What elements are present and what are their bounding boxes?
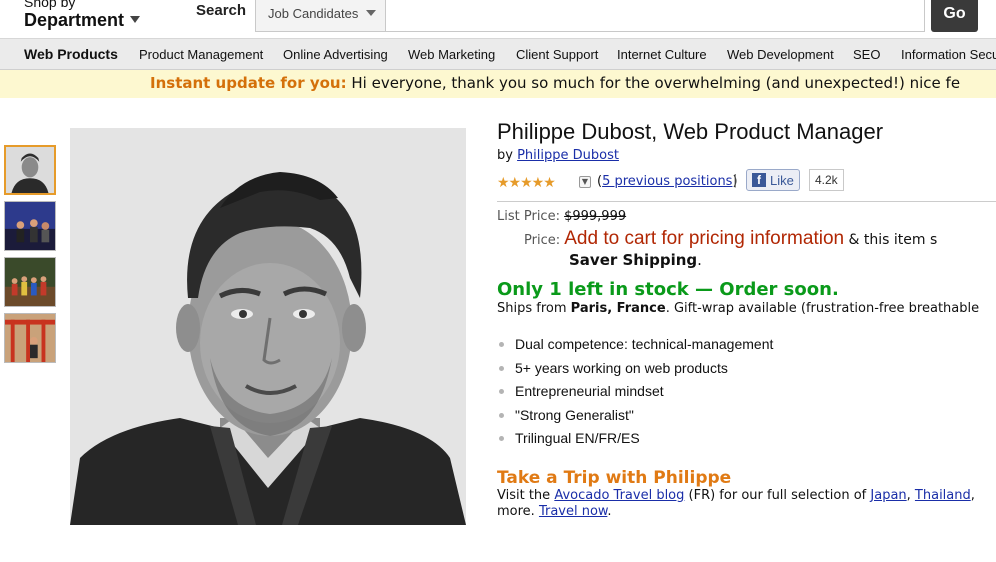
- nav-item-web-products[interactable]: Web Products: [24, 46, 118, 62]
- update-text: Hi everyone, thank you so much for the o…: [346, 74, 961, 92]
- saver-shipping-label: Saver Shipping: [569, 251, 698, 269]
- product-details: Philippe Dubost, Web Product Manager by …: [497, 118, 996, 538]
- thumbnail-temple-photo[interactable]: [4, 313, 56, 363]
- product-photo: [70, 128, 466, 525]
- feature-list: Dual competence: technical-management 5+…: [497, 336, 996, 454]
- list-price-value: $999,999: [564, 209, 627, 224]
- like-label: Like: [770, 173, 794, 188]
- caret-down-icon: [130, 16, 141, 23]
- nav-item-web-development[interactable]: Web Development: [727, 47, 834, 62]
- by-prefix: by: [497, 148, 518, 163]
- instant-update-banner: Instant update for you: Hi everyone, tha…: [0, 70, 996, 98]
- list-item: Trilingual EN/FR/ES: [497, 430, 996, 454]
- saver-shipping-period: .: [697, 251, 702, 269]
- trip-text-1: Visit the: [497, 487, 555, 503]
- star-rating-icon[interactable]: ★★★★★: [497, 175, 556, 191]
- saver-shipping: Saver Shipping.: [497, 251, 996, 269]
- search-box: Job Candidates: [255, 0, 925, 32]
- price-cta: Add to cart for pricing information: [564, 228, 845, 249]
- thumbnail-stage-photo[interactable]: [4, 201, 56, 251]
- nav-item-information-security[interactable]: Information Secu: [901, 47, 996, 62]
- trip-text-6: .: [607, 503, 612, 519]
- trip-text-5: more.: [497, 503, 539, 519]
- travel-now-link[interactable]: Travel now: [539, 504, 607, 519]
- nav-item-web-marketing[interactable]: Web Marketing: [408, 47, 495, 62]
- update-label: Instant update for you:: [150, 74, 347, 92]
- ships-prefix: Ships from: [497, 301, 571, 316]
- price-label: Price:: [524, 233, 565, 248]
- chevron-down-icon[interactable]: ▼: [579, 176, 591, 188]
- travel-blog-link[interactable]: Avocado Travel blog: [554, 488, 684, 503]
- previous-positions-link[interactable]: 5 previous positions: [602, 174, 732, 189]
- list-item: Dual competence: technical-management: [497, 336, 996, 360]
- price-row: Price: Add to cart for pricing informati…: [497, 228, 996, 250]
- department-label: Department: [24, 10, 125, 30]
- divider: [497, 201, 996, 202]
- price-rest: & this item s: [844, 232, 938, 248]
- go-button[interactable]: Go: [931, 0, 978, 32]
- list-item: 5+ years working on web products: [497, 360, 996, 384]
- nav-item-online-advertising[interactable]: Online Advertising: [283, 47, 388, 62]
- previous-positions: (5 previous positions): [597, 174, 738, 189]
- thumbnail-strip: [4, 145, 56, 369]
- trip-text: Visit the Avocado Travel blog (FR) for o…: [497, 488, 996, 520]
- nav-item-product-management[interactable]: Product Management: [139, 47, 263, 62]
- search-input[interactable]: [387, 0, 923, 31]
- thumbnail-group-photo[interactable]: [4, 257, 56, 307]
- top-bar: Shop by Department Search Job Candidates…: [0, 0, 996, 38]
- stock-status: Only 1 left in stock — Order soon.: [497, 279, 839, 300]
- search-label: Search: [196, 2, 247, 19]
- facebook-icon: f: [752, 173, 766, 187]
- author-line: by Philippe Dubost: [497, 148, 996, 163]
- ships-location: Paris, France: [570, 301, 666, 316]
- nav-item-internet-culture[interactable]: Internet Culture: [617, 47, 707, 62]
- author-link[interactable]: Philippe Dubost: [517, 148, 619, 163]
- ships-suffix: . Gift-wrap available (frustration-free …: [665, 301, 980, 316]
- facebook-like-button[interactable]: f Like: [746, 169, 800, 191]
- trip-text-4: ,: [970, 487, 975, 503]
- search-scope-dropdown[interactable]: Job Candidates: [256, 0, 386, 31]
- japan-link[interactable]: Japan: [870, 488, 906, 503]
- trip-heading: Take a Trip with Philippe: [497, 467, 732, 488]
- trip-text-3: ,: [906, 487, 915, 503]
- list-price-label: List Price:: [497, 209, 565, 224]
- list-item: Entrepreneurial mindset: [497, 383, 996, 407]
- nav-item-seo[interactable]: SEO: [853, 47, 880, 62]
- trip-text-2: (FR) for our full selection of: [684, 487, 871, 503]
- thailand-link[interactable]: Thailand: [915, 488, 971, 503]
- list-item: "Strong Generalist": [497, 407, 996, 431]
- separator: |: [733, 173, 738, 188]
- list-price-row: List Price: $999,999: [497, 209, 996, 224]
- shop-by-label: Shop by: [24, 0, 76, 10]
- nav-item-client-support[interactable]: Client Support: [516, 47, 598, 62]
- caret-down-icon: [366, 10, 377, 16]
- product-title: Philippe Dubost, Web Product Manager: [497, 119, 884, 144]
- like-count-badge: 4.2k: [809, 169, 844, 191]
- thumbnail-portrait[interactable]: [4, 145, 56, 195]
- rating-row: ★★★★★ ▼ (5 previous positions) | f Like …: [497, 169, 996, 195]
- search-scope-value: Job Candidates: [268, 6, 359, 21]
- ships-from: Ships from Paris, France. Gift-wrap avai…: [497, 301, 996, 316]
- category-nav: Web Products Product Management Online A…: [0, 38, 996, 70]
- department-menu[interactable]: Department: [24, 10, 141, 30]
